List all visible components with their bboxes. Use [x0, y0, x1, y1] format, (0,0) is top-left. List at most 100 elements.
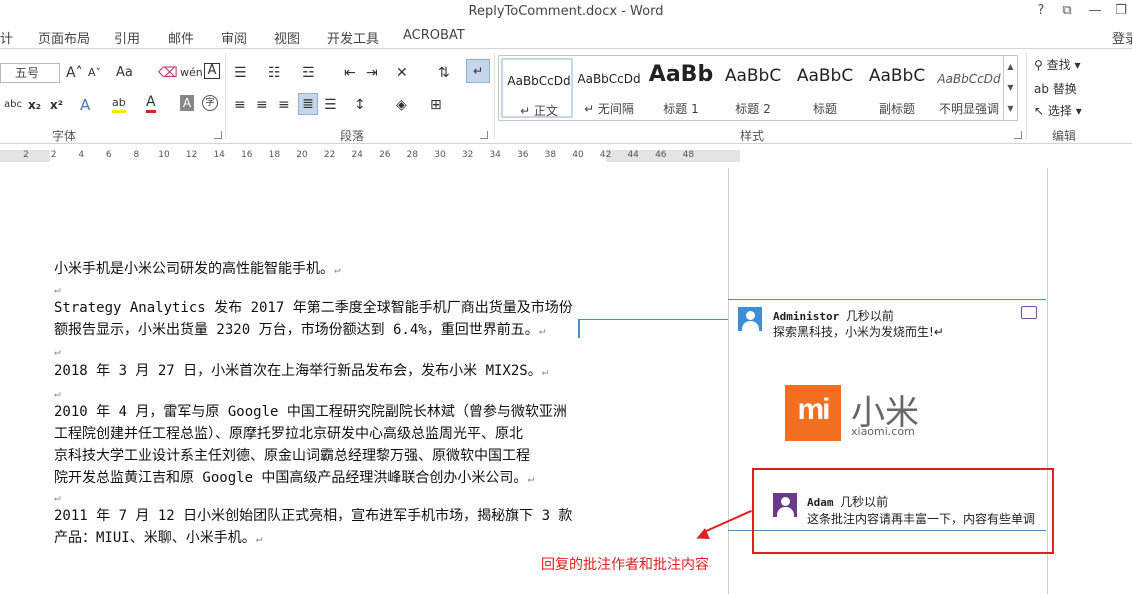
- styles-gallery: AaBbCcDd ↵ 正文 AaBbCcDd ↵ 无间隔 AaBb 标题 1 A…: [498, 55, 1018, 121]
- increase-indent-icon[interactable]: ⇥: [366, 63, 378, 83]
- style-sample: AaBbCcDd: [937, 72, 1001, 86]
- replace-button[interactable]: ab 替换: [1034, 79, 1077, 99]
- ruler-tick: 22: [323, 150, 336, 160]
- superscript-button[interactable]: x²: [50, 95, 63, 115]
- horizontal-ruler[interactable]: 2 2 4 6 8 10 12 14 16 18 20 22 24 26 28 30 32 34 36 38 40 42 4…: [0, 146, 740, 166]
- ruler-tick: 44: [627, 150, 639, 160]
- multilevel-list-icon[interactable]: ☲: [302, 63, 315, 83]
- tab-view[interactable]: 视图: [274, 28, 300, 47]
- ruler-tick: 8: [133, 150, 140, 160]
- line-spacing-icon[interactable]: ↕: [354, 95, 366, 115]
- comment-anchor-line: [578, 319, 728, 320]
- paragraph-text: 工程院创建并任工程总监）、原摩托罗拉北京研发中心高级总监周光平、原北: [54, 426, 523, 442]
- style-heading-2[interactable]: AaBbC 标题 2: [717, 58, 789, 118]
- help-button[interactable]: ?: [1032, 3, 1050, 19]
- character-border-button[interactable]: A: [204, 63, 220, 79]
- font-color-button[interactable]: A: [146, 95, 156, 113]
- numbering-icon[interactable]: ☷: [268, 63, 281, 83]
- ruler-tick: 30: [434, 150, 446, 160]
- word-window: ReplyToComment.docx - Word ? ⧉ — ❐ 计 页面布…: [0, 0, 1132, 594]
- style-subtitle[interactable]: AaBbC 副标题: [861, 58, 933, 118]
- chinese-layout-icon[interactable]: ✕: [396, 63, 408, 83]
- replace-label: 替换: [1052, 82, 1077, 96]
- paragraph-2[interactable]: Strategy Analytics 发布 2017 年第二季度全球智能手机厂商…: [54, 297, 604, 342]
- align-right-icon[interactable]: ≡: [278, 95, 290, 115]
- style-sample: AaBbC: [724, 66, 782, 86]
- cursor-icon: ↖: [1034, 104, 1048, 118]
- ruler-tick: 48: [682, 150, 695, 160]
- font-size-select[interactable]: 五号: [0, 63, 60, 83]
- tab-review[interactable]: 审阅: [221, 28, 247, 47]
- strikethrough-button[interactable]: abc: [4, 95, 22, 115]
- grow-font-button[interactable]: A˄: [66, 63, 83, 83]
- comment-text[interactable]: 探索黑科技，小米为发烧而生!↵: [773, 323, 944, 340]
- logo-domain-text: xiaomi.com: [851, 425, 915, 438]
- borders-icon[interactable]: ⊞: [430, 95, 442, 115]
- phonetic-guide-button[interactable]: wén: [180, 63, 203, 83]
- style-no-spacing[interactable]: AaBbCcDd ↵ 无间隔: [573, 58, 645, 118]
- ruler-tick: 38: [544, 150, 557, 160]
- paragraph-mark: ↵: [538, 324, 546, 337]
- ruler-tick: 46: [655, 150, 667, 160]
- paragraph-text: 院开发总监黄江吉和原 Google 中国高级产品经理洪峰联合创办小米公司。: [54, 470, 528, 486]
- subscript-button[interactable]: x₂: [28, 95, 41, 115]
- paragraph-text: 额报告显示，小米出货量 2320 万台，市场份额达到 6.4%，重回世界前五。: [54, 322, 539, 338]
- paragraph-text: 京科技大学工业设计系主任刘德、原金山词霸总经理黎万强、原微软中国工程: [54, 448, 530, 464]
- document-page[interactable]: 小米手机是小米公司研发的高性能智能手机。↵ ↵ Strategy Analyti…: [0, 168, 728, 594]
- comment-author[interactable]: Administor 几秒以前: [773, 307, 894, 324]
- bullets-icon[interactable]: ☰: [234, 63, 247, 83]
- minimize-button[interactable]: —: [1086, 3, 1104, 19]
- highlight-button[interactable]: ab: [112, 95, 126, 113]
- sign-in-link[interactable]: 登录: [1112, 28, 1132, 47]
- style-name: 不明显强调: [938, 102, 999, 116]
- styles-dialog-launcher-icon[interactable]: [1014, 131, 1022, 139]
- shading-icon[interactable]: ◈: [396, 95, 407, 115]
- ribbon-display-options-icon[interactable]: ⧉: [1058, 3, 1076, 19]
- highlight-box: [752, 468, 1054, 554]
- ruler-tick: 20: [296, 150, 308, 160]
- character-shading-button[interactable]: A: [180, 95, 194, 111]
- decrease-indent-icon[interactable]: ⇤: [344, 63, 356, 83]
- sort-icon[interactable]: ⇅: [438, 63, 450, 83]
- font-dialog-launcher-icon[interactable]: [214, 131, 222, 139]
- gallery-more-icon[interactable]: ▼: [1004, 98, 1017, 119]
- paragraph-5[interactable]: 2011 年 7 月 12 日小米创始团队正式亮相，宣布进军手机市场，揭秘旗下 …: [54, 505, 604, 550]
- style-normal[interactable]: AaBbCcDd ↵ 正文: [501, 58, 573, 118]
- tab-developer[interactable]: 开发工具: [327, 28, 379, 47]
- ruler-tick: 28: [406, 150, 419, 160]
- style-title[interactable]: AaBbC 标题: [789, 58, 861, 118]
- distributed-icon[interactable]: ☰: [324, 95, 337, 115]
- show-paragraph-marks-icon[interactable]: ↵: [466, 59, 490, 83]
- tab-page-layout[interactable]: 页面布局: [38, 28, 90, 47]
- align-left-icon[interactable]: ≡: [234, 95, 246, 115]
- paragraph-mark: ↵: [54, 387, 61, 400]
- ribbon-separator: [1026, 53, 1027, 139]
- chevron-up-icon[interactable]: ▲: [1004, 56, 1017, 77]
- gallery-scroll[interactable]: ▲ ▼ ▼: [1003, 56, 1017, 120]
- justify-icon[interactable]: ≣: [298, 93, 318, 115]
- shrink-font-button[interactable]: A˅: [88, 63, 101, 83]
- paragraph-3[interactable]: 2018 年 3 月 27 日，小米首次在上海举行新品发布会，发布小米 MIX2…: [54, 360, 604, 383]
- select-button[interactable]: ↖ 选择 ▾: [1034, 101, 1082, 121]
- align-center-icon[interactable]: ≡: [256, 95, 268, 115]
- tab-design[interactable]: 计: [0, 28, 13, 47]
- paragraph-text: Strategy Analytics 发布 2017 年第二季度全球智能手机厂商…: [54, 300, 573, 316]
- style-subtle-emphasis[interactable]: AaBbCcDd 不明显强调: [933, 58, 1005, 118]
- tab-acrobat[interactable]: ACROBAT: [403, 28, 465, 43]
- reply-comment-icon[interactable]: [1021, 306, 1037, 319]
- style-sample: AaBbCcDd: [577, 72, 641, 86]
- enclose-characters-button[interactable]: 字: [202, 95, 218, 111]
- tab-mailings[interactable]: 邮件: [168, 28, 194, 47]
- tab-references[interactable]: 引用: [114, 28, 140, 47]
- paragraph-4[interactable]: 2010 年 4 月，雷军与原 Google 中国工程研究院副院长林斌（曾参与微…: [54, 401, 604, 490]
- change-case-button[interactable]: Aa: [116, 63, 133, 83]
- paragraph-text: 2010 年 4 月，雷军与原 Google 中国工程研究院副院长林斌（曾参与微…: [54, 404, 567, 420]
- style-heading-1[interactable]: AaBb 标题 1: [645, 58, 717, 118]
- text-effects-button[interactable]: A: [80, 95, 90, 115]
- paragraph-dialog-launcher-icon[interactable]: [480, 131, 488, 139]
- clear-formatting-icon[interactable]: ⌫: [158, 63, 178, 83]
- find-button[interactable]: ⚲ 查找 ▾: [1034, 55, 1080, 75]
- maximize-button[interactable]: ❐: [1112, 3, 1130, 19]
- style-name: 副标题: [878, 102, 915, 116]
- chevron-down-icon[interactable]: ▼: [1004, 77, 1017, 98]
